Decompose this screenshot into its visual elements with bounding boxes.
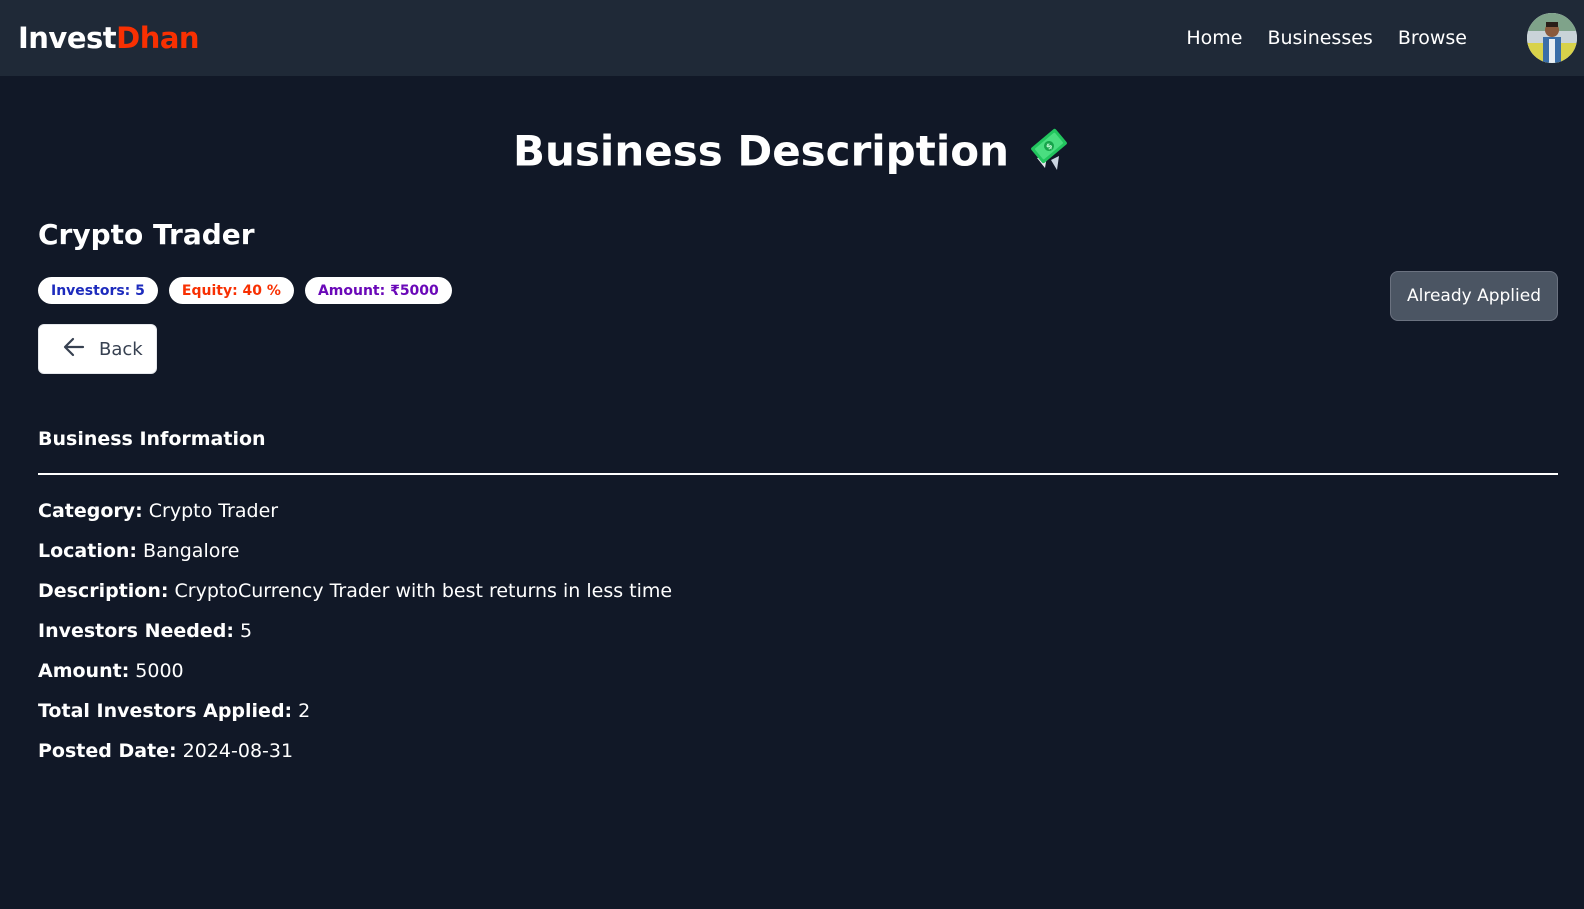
info-value: 2: [298, 700, 311, 722]
info-label: Category:: [38, 500, 143, 522]
nav-link-home[interactable]: Home: [1186, 27, 1242, 49]
logo-text-primary: Invest: [18, 21, 117, 55]
amount-badge: Amount: ₹5000: [304, 277, 452, 304]
info-row-posted-date: Posted Date: 2024-08-31: [38, 738, 672, 778]
info-row-location: Location: Bangalore: [38, 538, 672, 578]
info-row-amount: Amount: 5000: [38, 658, 672, 698]
page-title-text: Business Description: [513, 126, 1009, 176]
nav-links: Home Businesses Browse: [1186, 27, 1467, 49]
info-label: Investors Needed:: [38, 620, 234, 642]
arrow-left-icon: [63, 336, 85, 363]
back-button[interactable]: Back: [38, 324, 157, 374]
info-row-category: Category: Crypto Trader: [38, 498, 672, 538]
business-name: Crypto Trader: [38, 218, 255, 251]
page-title: Business Description $: [0, 126, 1584, 182]
info-value: Bangalore: [143, 540, 240, 562]
avatar-image: [1527, 13, 1577, 63]
info-value: 2024-08-31: [182, 740, 294, 762]
navbar: InvestDhan Home Businesses Browse: [0, 0, 1584, 76]
nav-link-browse[interactable]: Browse: [1398, 27, 1467, 49]
avatar[interactable]: [1527, 13, 1577, 63]
nav-link-businesses[interactable]: Businesses: [1267, 27, 1372, 49]
info-label: Amount:: [38, 660, 130, 682]
already-applied-button[interactable]: Already Applied: [1390, 271, 1558, 321]
badges: Investors: 5 Equity: 40 % Amount: ₹5000: [38, 277, 452, 304]
logo[interactable]: InvestDhan: [18, 21, 200, 55]
info-value: CryptoCurrency Trader with best returns …: [174, 580, 673, 602]
section-title: Business Information: [38, 428, 266, 450]
info-label: Total Investors Applied:: [38, 700, 293, 722]
back-button-label: Back: [99, 338, 143, 360]
info-list: Category: Crypto Trader Location: Bangalor…: [38, 498, 672, 778]
info-row-description: Description: CryptoCurrency Trader with b…: [38, 578, 672, 618]
divider: [38, 473, 1558, 475]
nav-right: Home Businesses Browse: [1186, 13, 1577, 63]
info-label: Location:: [38, 540, 138, 562]
info-row-total-applied: Total Investors Applied: 2: [38, 698, 672, 738]
logo-text-accent: Dhan: [116, 21, 200, 55]
equity-badge: Equity: 40 %: [168, 277, 294, 304]
info-value: 5: [239, 620, 253, 642]
info-row-investors-needed: Investors Needed: 5: [38, 618, 672, 658]
money-with-wings-icon: $: [1027, 126, 1071, 182]
info-label: Description:: [38, 580, 169, 602]
info-value: Crypto Trader: [148, 500, 279, 522]
investors-badge: Investors: 5: [38, 277, 158, 304]
info-value: 5000: [135, 660, 184, 682]
info-label: Posted Date:: [38, 740, 177, 762]
